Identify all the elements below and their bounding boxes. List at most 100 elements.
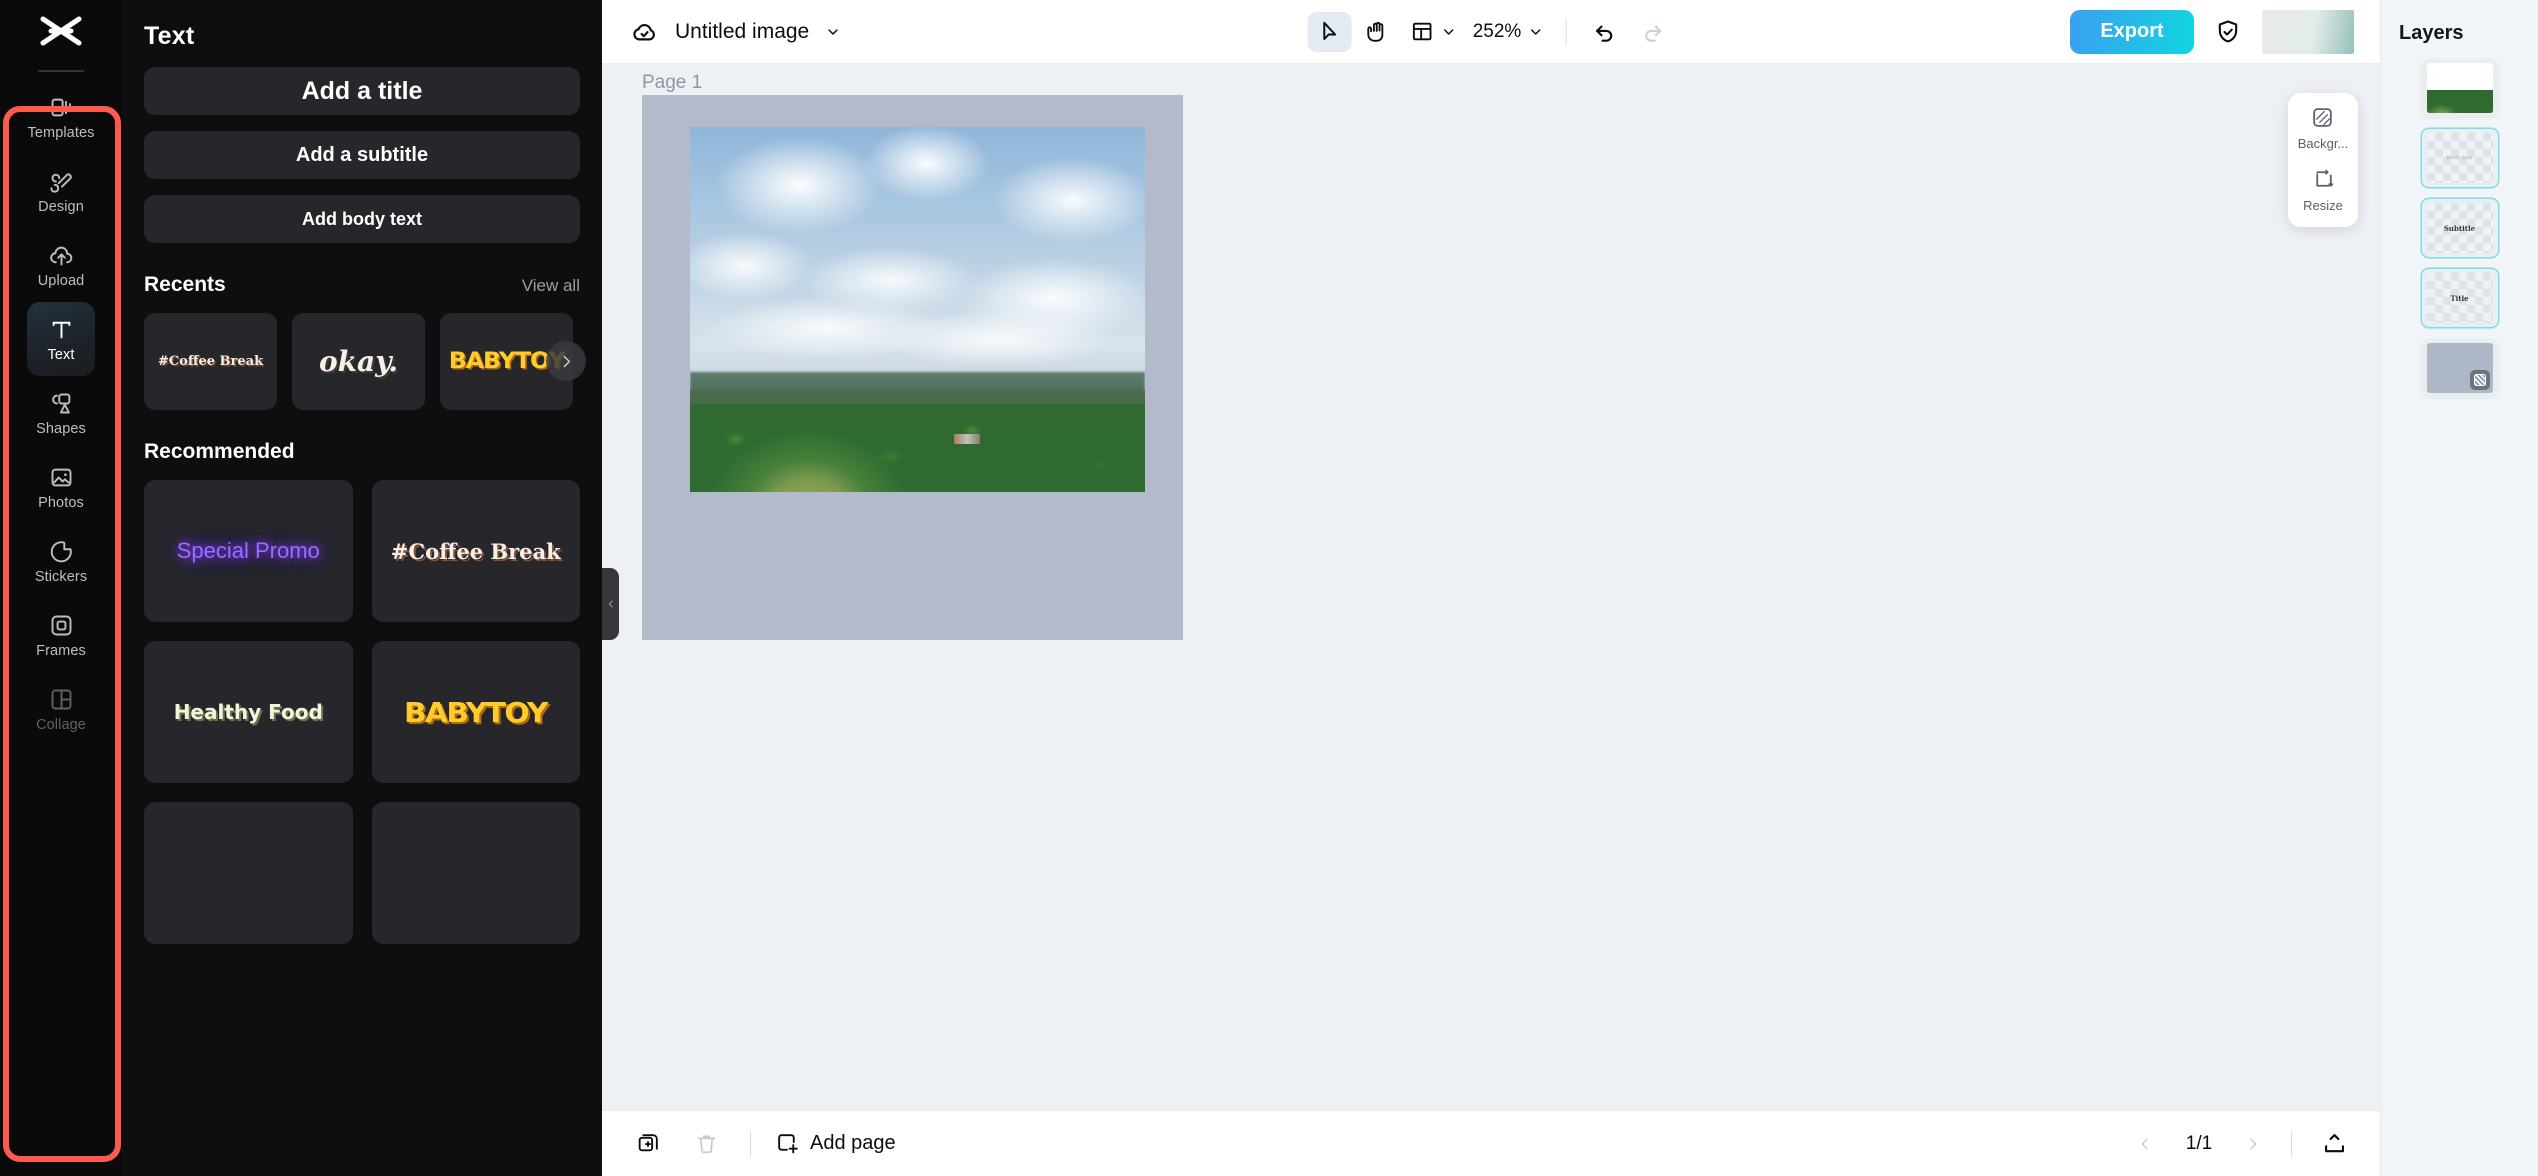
add-page-label: Add page: [810, 1132, 896, 1155]
layer-item-body-text[interactable]: Body text: [2422, 129, 2498, 187]
recommended-card[interactable]: BABYTOY: [372, 641, 581, 783]
layer-transparent-checker: Body text: [2427, 133, 2493, 183]
sidebar-item-label: Design: [38, 200, 84, 215]
canvas-page[interactable]: [642, 95, 1183, 640]
sidebar-item-stickers[interactable]: Stickers: [0, 524, 122, 598]
recommended-card[interactable]: [144, 802, 353, 944]
layer-thumb-text: Subtitle: [2444, 224, 2475, 233]
canvas-photo-layer[interactable]: [690, 127, 1145, 492]
recent-card[interactable]: okay.: [292, 313, 425, 410]
toolbar-right-group: Export: [2070, 10, 2380, 54]
layer-thumb-inner: [2427, 63, 2493, 113]
panel-body: Add a title Add a subtitle Add body text…: [122, 67, 602, 944]
add-title-button[interactable]: Add a title: [144, 67, 580, 115]
layer-thumb-text: Title: [2450, 294, 2468, 303]
next-page-button[interactable]: [2237, 1128, 2269, 1160]
layer-item-subtitle[interactable]: Subtitle: [2422, 199, 2498, 257]
recent-card-text: #Coffee Break: [158, 354, 263, 369]
shapes-icon: [48, 390, 75, 417]
redo-arrow-icon: [1639, 19, 1665, 45]
sidebar-item-photos[interactable]: Photos: [0, 450, 122, 524]
bottom-divider: [2291, 1131, 2292, 1157]
recents-view-all-link[interactable]: View all: [522, 276, 580, 296]
chevron-right-icon: [558, 353, 575, 370]
duplicate-page-icon: [636, 1131, 661, 1156]
prev-page-button[interactable]: [2129, 1128, 2161, 1160]
recents-row: #Coffee Break okay. BABYTOY: [144, 313, 580, 410]
canvas-area[interactable]: Page 1 Backgr...: [602, 64, 2380, 1110]
toolbar-left-group: Untitled image: [602, 17, 841, 46]
layout-grid-icon: [1410, 19, 1435, 44]
add-body-text-button[interactable]: Add body text: [144, 195, 580, 243]
recent-card[interactable]: #Coffee Break: [144, 313, 277, 410]
layer-thumb-inner: [2427, 343, 2493, 393]
chevron-left-icon: [2137, 1134, 2153, 1154]
resize-tool-button[interactable]: Resize: [2303, 167, 2343, 213]
rail-divider: [38, 70, 84, 72]
sidebar-item-shapes[interactable]: Shapes: [0, 376, 122, 450]
page-label: Page 1: [642, 72, 702, 94]
bottom-divider: [750, 1131, 751, 1157]
toolbar-center-group: 252%: [1308, 12, 1675, 52]
background-pattern-icon: [2470, 370, 2490, 390]
frames-icon: [48, 612, 75, 639]
share-button[interactable]: [2314, 1124, 2354, 1164]
zoom-level: 252%: [1473, 21, 1522, 43]
resize-icon: [2311, 167, 2336, 192]
main-area: Untitled image: [602, 0, 2380, 1176]
canvas-float-toolbar: Backgr... Resize: [2288, 93, 2358, 227]
chevron-right-icon: [2245, 1134, 2261, 1154]
sidebar-item-collage[interactable]: Collage: [0, 672, 122, 746]
sidebar-item-label: Templates: [28, 126, 95, 141]
bottom-left-group: Add page: [602, 1124, 896, 1164]
undo-button[interactable]: [1582, 12, 1626, 52]
panel-collapse-handle[interactable]: [602, 568, 619, 640]
layer-photo-preview: [2427, 63, 2493, 113]
recommended-card-text: Healthy Food: [174, 700, 323, 724]
background-tool-label: Backgr...: [2298, 136, 2349, 151]
sidebar-item-design[interactable]: Design: [0, 154, 122, 228]
layer-item-image[interactable]: [2422, 59, 2498, 117]
layer-thumb-inner: Title: [2427, 273, 2493, 323]
layer-item-title[interactable]: Title: [2422, 269, 2498, 327]
photo-village: [954, 434, 980, 444]
export-button[interactable]: Export: [2070, 10, 2194, 54]
recommended-card[interactable]: #Coffee Break: [372, 480, 581, 622]
sidebar-item-frames[interactable]: Frames: [0, 598, 122, 672]
sidebar-item-text[interactable]: Text: [0, 302, 122, 376]
add-page-button[interactable]: Add page: [775, 1131, 896, 1156]
background-tool-button[interactable]: Backgr...: [2298, 105, 2349, 151]
layer-thumb-inner: Subtitle: [2427, 203, 2493, 253]
recommended-card[interactable]: Healthy Food: [144, 641, 353, 783]
avatar[interactable]: [2262, 10, 2354, 54]
recommended-card[interactable]: [372, 802, 581, 944]
hand-tool-button[interactable]: [1356, 12, 1400, 52]
recommended-grid: Special Promo #Coffee Break Healthy Food…: [144, 480, 580, 944]
add-subtitle-button[interactable]: Add a subtitle: [144, 131, 580, 179]
document-title[interactable]: Untitled image: [675, 20, 809, 44]
redo-button[interactable]: [1630, 12, 1674, 52]
select-tool-button[interactable]: [1308, 12, 1352, 52]
trash-icon: [694, 1131, 719, 1156]
shield-check-icon[interactable]: [2214, 18, 2242, 46]
chevron-down-icon[interactable]: [825, 24, 841, 40]
left-tool-rail: Templates Design: [0, 0, 122, 1176]
sidebar-item-templates[interactable]: Templates: [0, 80, 122, 154]
layout-tool-dropdown[interactable]: [1404, 12, 1463, 52]
app-logo[interactable]: [0, 0, 122, 62]
delete-page-button[interactable]: [686, 1124, 726, 1164]
photos-image-icon: [48, 464, 75, 491]
layer-transparent-checker: Title: [2427, 273, 2493, 323]
text-t-icon: [48, 316, 75, 343]
zoom-dropdown[interactable]: 252%: [1467, 12, 1550, 52]
sidebar-item-label: Collage: [36, 718, 86, 733]
duplicate-page-button[interactable]: [628, 1124, 668, 1164]
sidebar-item-label: Photos: [38, 496, 84, 511]
sidebar-item-upload[interactable]: Upload: [0, 228, 122, 302]
recommended-card-text: Special Promo: [177, 538, 320, 564]
layer-item-background[interactable]: [2422, 339, 2498, 397]
recommended-card[interactable]: Special Promo: [144, 480, 353, 622]
layers-title: Layers: [2381, 22, 2538, 45]
recents-next-button[interactable]: [546, 341, 586, 381]
chevron-down-icon: [1527, 24, 1543, 40]
